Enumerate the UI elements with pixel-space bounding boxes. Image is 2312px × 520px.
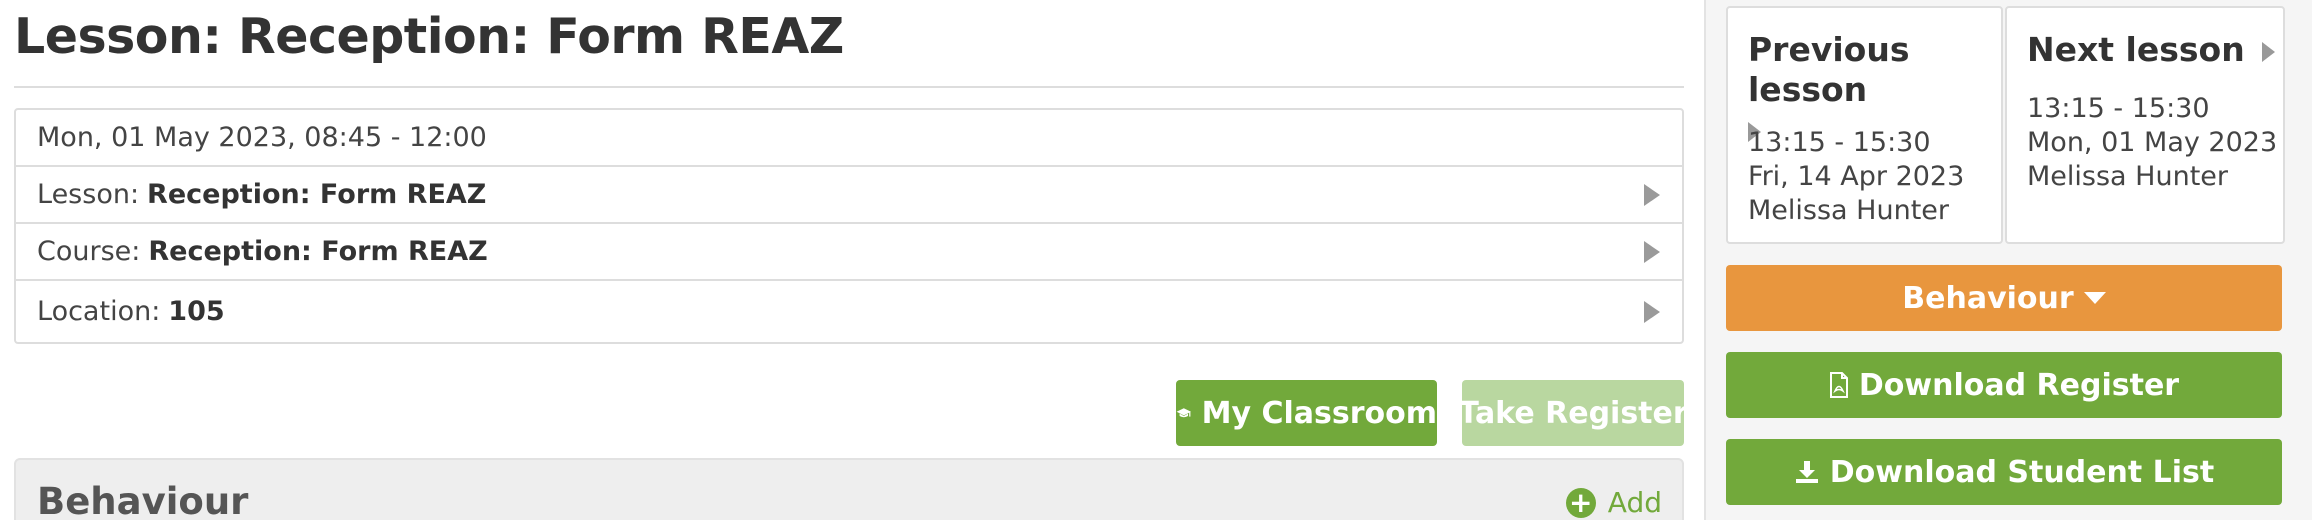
next-lesson-teacher: Melissa Hunter <box>2027 161 2228 192</box>
next-lesson-card[interactable]: Next lesson 13:15 - 15:30 Mon, 01 May 20… <box>2005 6 2285 244</box>
page-title: Lesson: Reception: Form REAZ <box>14 8 844 65</box>
download-student-list-button[interactable]: Download Student List <box>1726 439 2282 505</box>
previous-lesson-card[interactable]: Previous lesson 13:15 - 15:30 Fri, 14 Ap… <box>1726 6 2003 244</box>
behaviour-dropdown-button[interactable]: Behaviour <box>1726 265 2282 331</box>
caret-right-icon <box>1644 300 1660 323</box>
add-label: Add <box>1607 486 1662 519</box>
take-register-label: Take Register <box>1458 395 1688 431</box>
caret-right-icon <box>1644 240 1660 263</box>
next-lesson-title: Next lesson <box>2027 30 2276 70</box>
course-link-row[interactable]: Course: Reception: Form REAZ <box>16 224 1682 281</box>
behaviour-panel: Behaviour + Add <box>14 458 1684 520</box>
location-label: Location: <box>37 296 161 327</box>
next-lesson-details: 13:15 - 15:30 Mon, 01 May 2023 Melissa H… <box>2027 92 2277 194</box>
download-register-label: Download Register <box>1858 367 2180 403</box>
previous-lesson-details: 13:15 - 15:30 Fri, 14 Apr 2023 Melissa H… <box>1748 126 1964 228</box>
add-behaviour-link[interactable]: + Add <box>1565 486 1662 519</box>
download-student-list-label: Download Student List <box>1829 454 2215 490</box>
download-register-button[interactable]: Download Register <box>1726 352 2282 418</box>
sidebar: Previous lesson 13:15 - 15:30 Fri, 14 Ap… <box>1704 0 2312 520</box>
caret-down-icon <box>2083 292 2106 304</box>
previous-lesson-time: 13:15 - 15:30 <box>1748 127 1931 158</box>
caret-right-icon <box>2262 41 2276 62</box>
main-content: Lesson: Reception: Form REAZ Mon, 01 May… <box>14 0 1688 520</box>
previous-lesson-teacher: Melissa Hunter <box>1748 195 1949 226</box>
lesson-value: Reception: Form REAZ <box>147 179 487 210</box>
behaviour-button-label: Behaviour <box>1902 280 2074 316</box>
course-label: Course: <box>37 236 141 267</box>
caret-right-icon <box>1644 183 1660 206</box>
behaviour-panel-title: Behaviour <box>37 480 249 520</box>
my-classroom-label: My Classroom <box>1201 395 1437 431</box>
next-lesson-date: Mon, 01 May 2023 <box>2027 127 2278 158</box>
graduation-cap-icon <box>1176 408 1192 418</box>
pdf-file-icon <box>1829 372 1848 398</box>
take-register-button[interactable]: Take Register <box>1458 380 1688 446</box>
lesson-datetime: Mon, 01 May 2023, 08:45 - 12:00 <box>37 122 487 153</box>
location-value: 105 <box>168 296 225 327</box>
lesson-datetime-row: Mon, 01 May 2023, 08:45 - 12:00 <box>16 110 1682 167</box>
previous-lesson-date: Fri, 14 Apr 2023 <box>1748 161 1965 192</box>
course-value: Reception: Form REAZ <box>148 236 488 267</box>
title-divider <box>14 86 1684 88</box>
plus-circle-icon: + <box>1565 487 1596 518</box>
lesson-label: Lesson: <box>37 179 140 210</box>
download-icon <box>1795 461 1818 483</box>
next-lesson-time: 13:15 - 15:30 <box>2027 93 2210 124</box>
my-classroom-button[interactable]: My Classroom <box>1176 380 1437 446</box>
location-link-row[interactable]: Location: 105 <box>16 281 1682 342</box>
lesson-link-row[interactable]: Lesson: Reception: Form REAZ <box>16 167 1682 224</box>
lesson-details-box: Mon, 01 May 2023, 08:45 - 12:00 Lesson: … <box>14 108 1684 344</box>
